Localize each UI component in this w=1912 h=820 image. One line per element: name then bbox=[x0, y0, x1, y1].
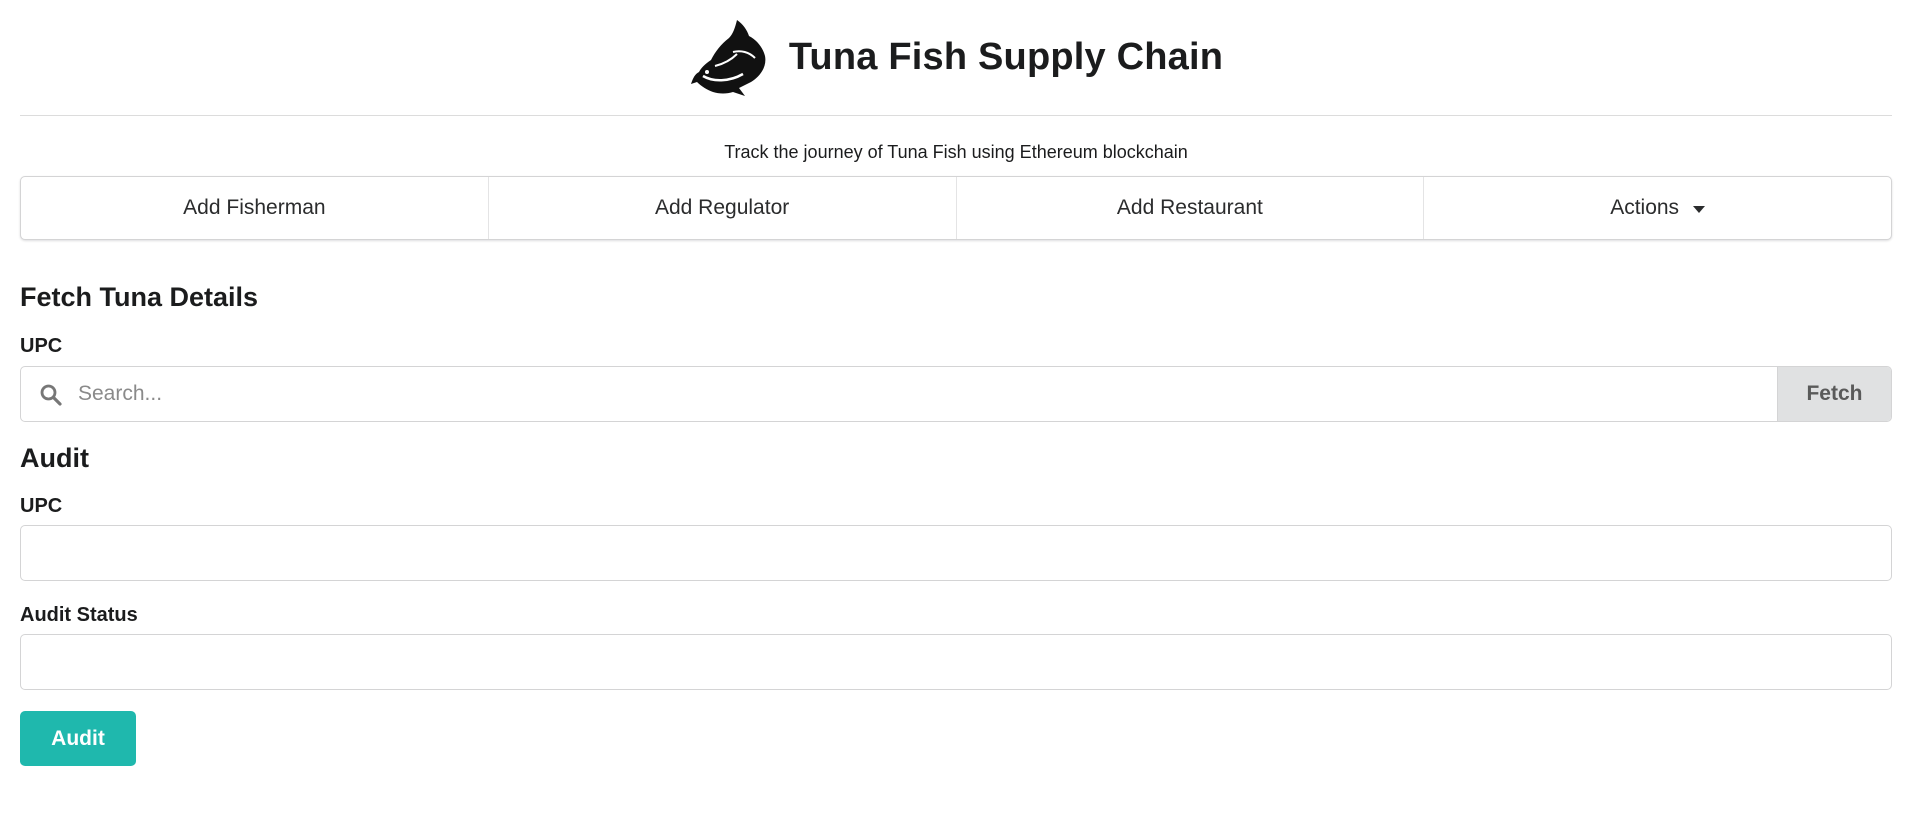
menu-item-label: Add Fisherman bbox=[183, 196, 326, 219]
menu-item-label: Actions bbox=[1610, 196, 1680, 219]
menu-item-label: Add Regulator bbox=[654, 196, 790, 219]
audit-button[interactable]: Audit bbox=[20, 711, 136, 766]
fetch-upc-label: UPC bbox=[20, 335, 63, 357]
fetch-upc-search-input[interactable] bbox=[21, 367, 1777, 421]
app-title: Tuna Fish Supply Chain bbox=[788, 36, 1224, 78]
audit-upc-input[interactable] bbox=[20, 525, 1892, 581]
actions-dropdown[interactable]: Actions bbox=[1424, 177, 1891, 239]
app-subtitle: Track the journey of Tuna Fish using Eth… bbox=[724, 142, 1188, 162]
fetch-search-bar: Fetch bbox=[20, 366, 1892, 422]
menu-item-add-restaurant[interactable]: Add Restaurant bbox=[957, 177, 1425, 239]
menu-item-add-regulator[interactable]: Add Regulator bbox=[489, 177, 957, 239]
fetch-button[interactable]: Fetch bbox=[1777, 367, 1891, 421]
menu-item-add-fisherman[interactable]: Add Fisherman bbox=[21, 177, 489, 239]
caret-down-icon bbox=[1693, 205, 1706, 213]
audit-status-label: Audit Status bbox=[20, 604, 138, 626]
audit-status-input[interactable] bbox=[20, 634, 1892, 690]
main-menu: Add Fisherman Add Regulator Add Restaura… bbox=[20, 176, 1892, 240]
fetch-section-title: Fetch Tuna Details bbox=[20, 282, 259, 312]
audit-section-title: Audit bbox=[20, 443, 89, 473]
search-icon bbox=[40, 384, 62, 406]
app-header: Tuna Fish Supply Chain bbox=[20, 0, 1892, 116]
menu-item-label: Add Restaurant bbox=[1116, 196, 1263, 219]
audit-upc-label: UPC bbox=[20, 495, 63, 517]
tuna-fish-icon bbox=[690, 19, 766, 96]
page: Tuna Fish Supply Chain Track the journey… bbox=[0, 0, 1912, 820]
search-input-wrapper bbox=[21, 367, 1777, 421]
